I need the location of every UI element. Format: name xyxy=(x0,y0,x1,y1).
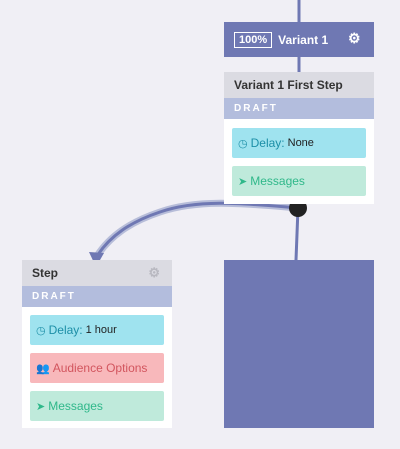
clock-icon: ◷ xyxy=(238,137,248,150)
paper-plane-icon: ➤ xyxy=(238,175,248,188)
audience-options-pill[interactable]: 👥 Audience Options xyxy=(30,353,164,383)
variant-step-card[interactable]: Variant 1 First Step DRAFT ◷ Delay: None… xyxy=(224,72,374,204)
messages-pill[interactable]: ➤ Messages xyxy=(30,391,164,421)
clock-icon: ◷ xyxy=(36,324,46,337)
new-step-card[interactable]: Step ⚙ DRAFT ◷ Delay: 1 hour 👥 Audience … xyxy=(22,260,172,428)
new-step-title: Step ⚙ xyxy=(22,260,172,286)
users-icon: 👥 xyxy=(36,362,50,375)
step-drop-placeholder[interactable] xyxy=(224,260,374,428)
delay-label: Delay: xyxy=(250,136,285,150)
variant-percentage: 100% xyxy=(234,31,273,48)
variant-step-title: Variant 1 First Step xyxy=(224,72,374,98)
status-badge: DRAFT xyxy=(32,291,76,302)
variant-name: Variant 1 xyxy=(278,32,329,47)
delay-value: None xyxy=(287,137,314,149)
gear-icon[interactable]: ⚙ xyxy=(148,266,160,280)
messages-label: Messages xyxy=(250,174,305,188)
delay-value: 1 hour xyxy=(85,324,117,336)
gear-icon[interactable]: ⚙ xyxy=(348,31,362,45)
new-step-title-text: Step xyxy=(32,266,59,280)
variant-header[interactable]: 100% Variant 1 ⚙ xyxy=(224,22,374,57)
delay-pill[interactable]: ◷ Delay: None xyxy=(232,128,366,158)
delay-label: Delay: xyxy=(48,323,83,337)
new-step-status: DRAFT xyxy=(22,286,172,307)
audience-options-label: Audience Options xyxy=(52,361,148,375)
variant-step-title-text: Variant 1 First Step xyxy=(234,78,343,92)
messages-label: Messages xyxy=(48,399,103,413)
messages-pill[interactable]: ➤ Messages xyxy=(232,166,366,196)
variant-step-status: DRAFT xyxy=(224,98,374,119)
status-badge: DRAFT xyxy=(234,103,278,114)
paper-plane-icon: ➤ xyxy=(36,400,46,413)
drag-connector-path xyxy=(93,199,302,260)
delay-pill[interactable]: ◷ Delay: 1 hour xyxy=(30,315,164,345)
